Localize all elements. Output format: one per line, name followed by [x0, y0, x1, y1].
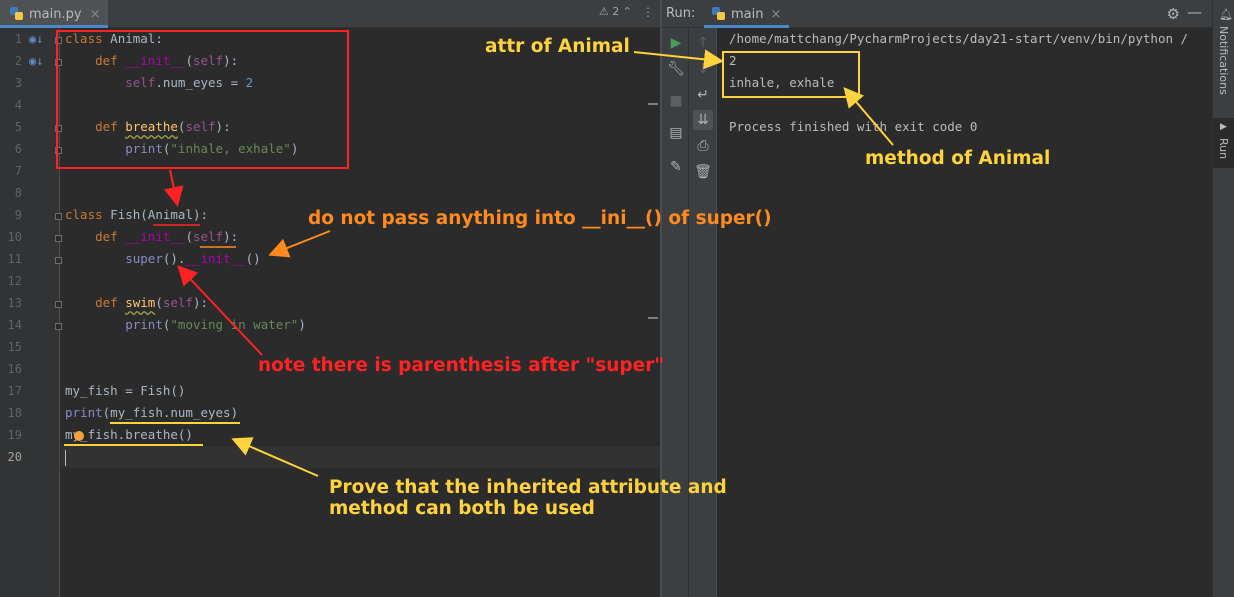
python-run-icon — [712, 7, 726, 21]
editor-tab-bar: main.py × ⋮ — [0, 0, 660, 28]
console-line: /home/mattchang/PycharmProjects/day21-st… — [729, 31, 1189, 46]
prove-annotation-line1: Prove that the inherited attribute and — [329, 477, 727, 498]
gear-icon[interactable]: ⚙ — [1167, 5, 1180, 23]
run-tab-label: main — [731, 6, 764, 22]
close-tab-icon[interactable]: × — [90, 7, 101, 22]
pin-icon[interactable]: ✎ — [666, 157, 686, 177]
code-line-current — [61, 446, 660, 468]
line-number: 3 — [14, 76, 22, 90]
code-line: print(my_fish.num_eyes) — [65, 405, 239, 420]
line-number: 11 — [7, 252, 22, 266]
line-number: 2 — [14, 54, 22, 68]
line-number: 12 — [7, 274, 22, 288]
code-line: self.num_eyes = 2 — [125, 75, 254, 90]
line-number: 9 — [14, 208, 22, 222]
file-tab-main-py[interactable]: main.py × — [0, 0, 108, 28]
console-line: inhale, exhale — [729, 75, 835, 90]
run-tool-window: Run: main × ⚙ — ▶ 🔧︎ ■ ▤ ✎ ↑ ↓ ↵ ⇊ ⎙ 🗑︎ … — [662, 0, 1212, 597]
line-number: 6 — [14, 142, 22, 156]
code-line: def swim(self): — [95, 295, 209, 310]
attr-annotation: attr of Animal — [485, 36, 630, 57]
line-number: 1 — [14, 32, 22, 46]
line-number-current: 20 — [7, 450, 22, 464]
layout-icon[interactable]: ▤ — [666, 123, 686, 143]
code-line: my_fish.breathe() — [65, 427, 193, 442]
line-number: 17 — [7, 384, 22, 398]
scroll-to-end-icon[interactable]: ⇊ — [693, 110, 713, 130]
close-run-tab-icon[interactable]: × — [770, 7, 781, 22]
notifications-tab-label: Notifications — [1217, 26, 1230, 95]
line-number: 16 — [7, 362, 22, 376]
line-number: 15 — [7, 340, 22, 354]
code-line: my_fish = Fish() — [65, 383, 186, 398]
run-side-tab[interactable]: ▶ Run — [1213, 118, 1234, 168]
do-not-pass-annotation: do not pass anything into __ini__() of s… — [308, 208, 772, 229]
minimize-icon[interactable]: — — [1187, 3, 1202, 21]
rerun-icon[interactable]: ▶ — [666, 33, 686, 53]
run-toolbar-primary: ▶ 🔧︎ ■ ▤ ✎ — [662, 28, 689, 597]
line-number: 4 — [14, 98, 22, 112]
subclassed-marker-icon[interactable]: ◉↓ — [29, 32, 43, 46]
run-tab-main[interactable]: main × — [704, 0, 790, 28]
prove-annotation-line2: method can both be used — [329, 498, 595, 519]
code-line: def __init__(self): — [95, 229, 239, 244]
line-number: 13 — [7, 296, 22, 310]
run-toolbar-secondary: ↑ ↓ ↵ ⇊ ⎙ 🗑︎ — [689, 28, 717, 597]
notifications-tab[interactable]: 🔔︎ Notifications — [1213, 0, 1234, 105]
line-number: 5 — [14, 120, 22, 134]
line-number: 10 — [7, 230, 22, 244]
console-output[interactable]: /home/mattchang/PycharmProjects/day21-st… — [718, 28, 1212, 597]
bell-icon: 🔔︎ — [1219, 8, 1233, 21]
right-tool-stripe: 🔔︎ Notifications ▶ Run — [1212, 0, 1234, 597]
tab-menu-icon[interactable]: ⋮ — [642, 5, 654, 19]
up-arrow-icon[interactable]: ↑ — [693, 33, 713, 53]
line-gutter: 1 2 3 4 5 6 7 8 9 10 11 12 13 14 15 16 1… — [0, 28, 62, 597]
run-side-tab-label: Run — [1217, 138, 1230, 160]
overridden-marker-icon[interactable]: ◉↓ — [29, 54, 43, 68]
run-header: Run: main × ⚙ — — [662, 0, 1212, 28]
run-play-icon: ▶ — [1220, 122, 1227, 132]
file-tab-label: main.py — [29, 6, 82, 22]
line-number: 18 — [7, 406, 22, 420]
console-line: 2 — [729, 53, 737, 68]
line-number: 8 — [14, 186, 22, 200]
code-line: print("moving in water") — [125, 317, 306, 332]
run-label: Run: — [666, 6, 696, 21]
wrench-icon[interactable]: 🔧︎ — [666, 59, 686, 79]
code-line: super().__init__() — [125, 251, 261, 266]
scrollbar-marker[interactable] — [648, 317, 658, 319]
inspection-widget[interactable]: ⚠ 2 ⌃ — [599, 5, 632, 18]
text-caret — [65, 449, 66, 466]
python-file-icon — [10, 7, 24, 21]
code-line: def breathe(self): — [95, 119, 231, 134]
line-number: 7 — [14, 164, 22, 178]
trash-icon[interactable]: 🗑︎ — [693, 162, 713, 182]
print-icon[interactable]: ⎙ — [693, 136, 713, 156]
line-number: 14 — [7, 318, 22, 332]
scrollbar-marker[interactable] — [648, 103, 658, 105]
console-line: Process finished with exit code 0 — [729, 119, 978, 134]
soft-wrap-icon[interactable]: ↵ — [693, 85, 713, 105]
line-number: 19 — [7, 428, 22, 442]
down-arrow-icon[interactable]: ↓ — [693, 59, 713, 79]
parenthesis-annotation: note there is parenthesis after "super" — [258, 355, 664, 376]
stop-icon[interactable]: ■ — [666, 91, 686, 111]
method-annotation: method of Animal — [865, 148, 1051, 169]
code-line: print("inhale, exhale") — [125, 141, 299, 156]
